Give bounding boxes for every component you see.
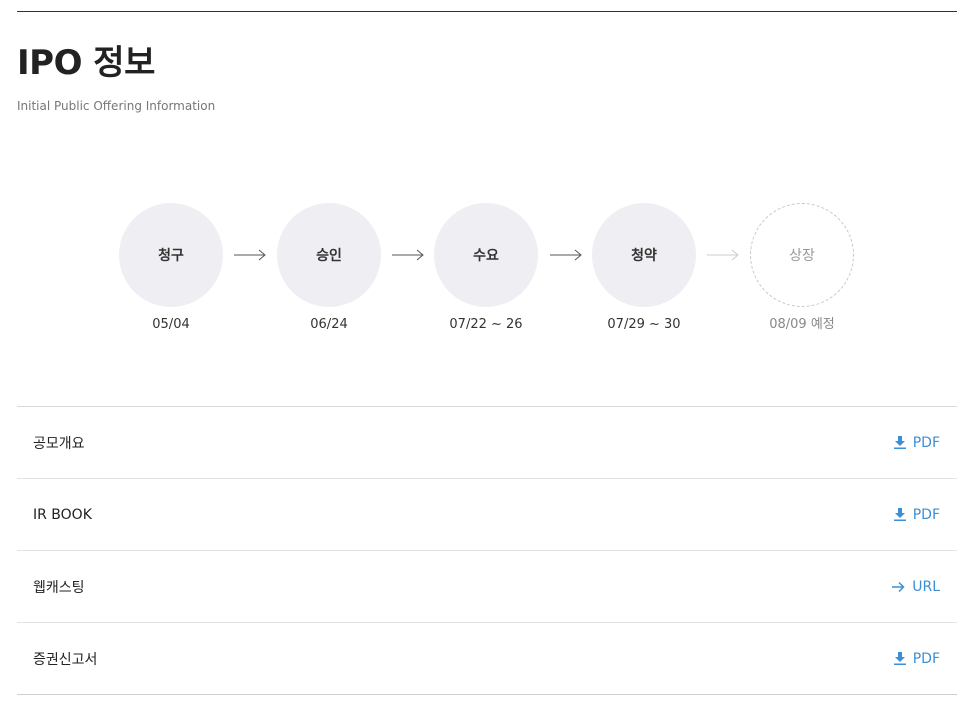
document-row-ir-book: IR BOOK PDF bbox=[17, 479, 957, 551]
timeline-arrow-icon bbox=[550, 249, 582, 261]
link-text: PDF bbox=[912, 650, 940, 667]
pdf-download-link[interactable]: PDF bbox=[893, 650, 940, 667]
link-text: PDF bbox=[912, 434, 940, 451]
step-date: 08/09 예정 bbox=[769, 317, 835, 332]
document-row-securities-report: 증권신고서 PDF bbox=[17, 623, 957, 695]
document-row-webcasting: 웹캐스팅 URL bbox=[17, 551, 957, 623]
timeline-step-subscription: 청약 07/29 ~ 30 bbox=[592, 203, 696, 334]
step-date: 07/22 ~ 26 bbox=[449, 317, 523, 332]
step-date: 05/04 bbox=[152, 317, 190, 332]
timeline-step-approval: 승인 06/24 bbox=[277, 203, 381, 334]
step-circle: 청약 bbox=[592, 203, 696, 307]
download-icon bbox=[893, 436, 906, 449]
step-date: 06/24 bbox=[310, 317, 348, 332]
document-list: 공모개요 PDF IR BOOK PDF 웹캐스팅 URL 증권신고서 PDF bbox=[17, 406, 957, 695]
timeline-step-claim: 청구 05/04 bbox=[119, 203, 223, 334]
url-link[interactable]: URL bbox=[891, 579, 940, 595]
link-text: URL bbox=[912, 578, 940, 595]
step-circle: 수요 bbox=[434, 203, 538, 307]
pdf-download-link[interactable]: PDF bbox=[893, 434, 940, 451]
arrow-right-icon bbox=[892, 581, 905, 592]
pdf-download-link[interactable]: PDF bbox=[893, 506, 940, 523]
download-icon bbox=[893, 508, 906, 521]
ipo-timeline: 청구 05/04 승인 06/24 수요 07/22 ~ 26 청약 07/29… bbox=[0, 0, 966, 360]
document-label: IR BOOK bbox=[33, 506, 92, 523]
timeline-arrow-icon bbox=[234, 249, 266, 261]
step-circle: 승인 bbox=[277, 203, 381, 307]
timeline-arrow-icon bbox=[392, 249, 424, 261]
step-circle: 청구 bbox=[119, 203, 223, 307]
link-text: PDF bbox=[912, 506, 940, 523]
document-row-offering-overview: 공모개요 PDF bbox=[17, 407, 957, 479]
step-circle: 상장 bbox=[750, 203, 854, 307]
download-icon bbox=[893, 652, 906, 665]
step-date: 07/29 ~ 30 bbox=[607, 317, 681, 332]
timeline-arrow-icon bbox=[707, 249, 739, 261]
document-label: 공모개요 bbox=[33, 435, 85, 452]
document-label: 증권신고서 bbox=[33, 651, 98, 668]
timeline-step-listing: 상장 08/09 예정 bbox=[750, 203, 854, 334]
document-label: 웹캐스팅 bbox=[33, 579, 85, 596]
timeline-step-demand: 수요 07/22 ~ 26 bbox=[434, 203, 538, 334]
